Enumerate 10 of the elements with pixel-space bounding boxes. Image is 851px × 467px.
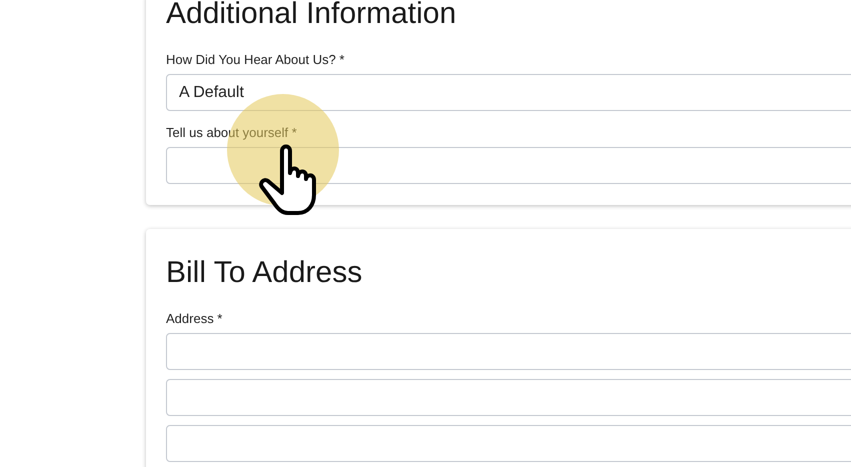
input-field[interactable] — [166, 425, 851, 462]
field-label: Address * — [166, 311, 224, 327]
input-field[interactable] — [166, 147, 851, 184]
field-label: How Did You Hear About Us? * — [166, 52, 346, 68]
input-field[interactable] — [166, 333, 851, 370]
section-title: Bill To Address — [166, 255, 364, 291]
input-field[interactable] — [166, 379, 851, 416]
section-title: Additional Information — [166, 0, 458, 32]
input-field[interactable]: A Default — [166, 74, 851, 111]
field-label: Tell us about yourself * — [166, 125, 298, 141]
